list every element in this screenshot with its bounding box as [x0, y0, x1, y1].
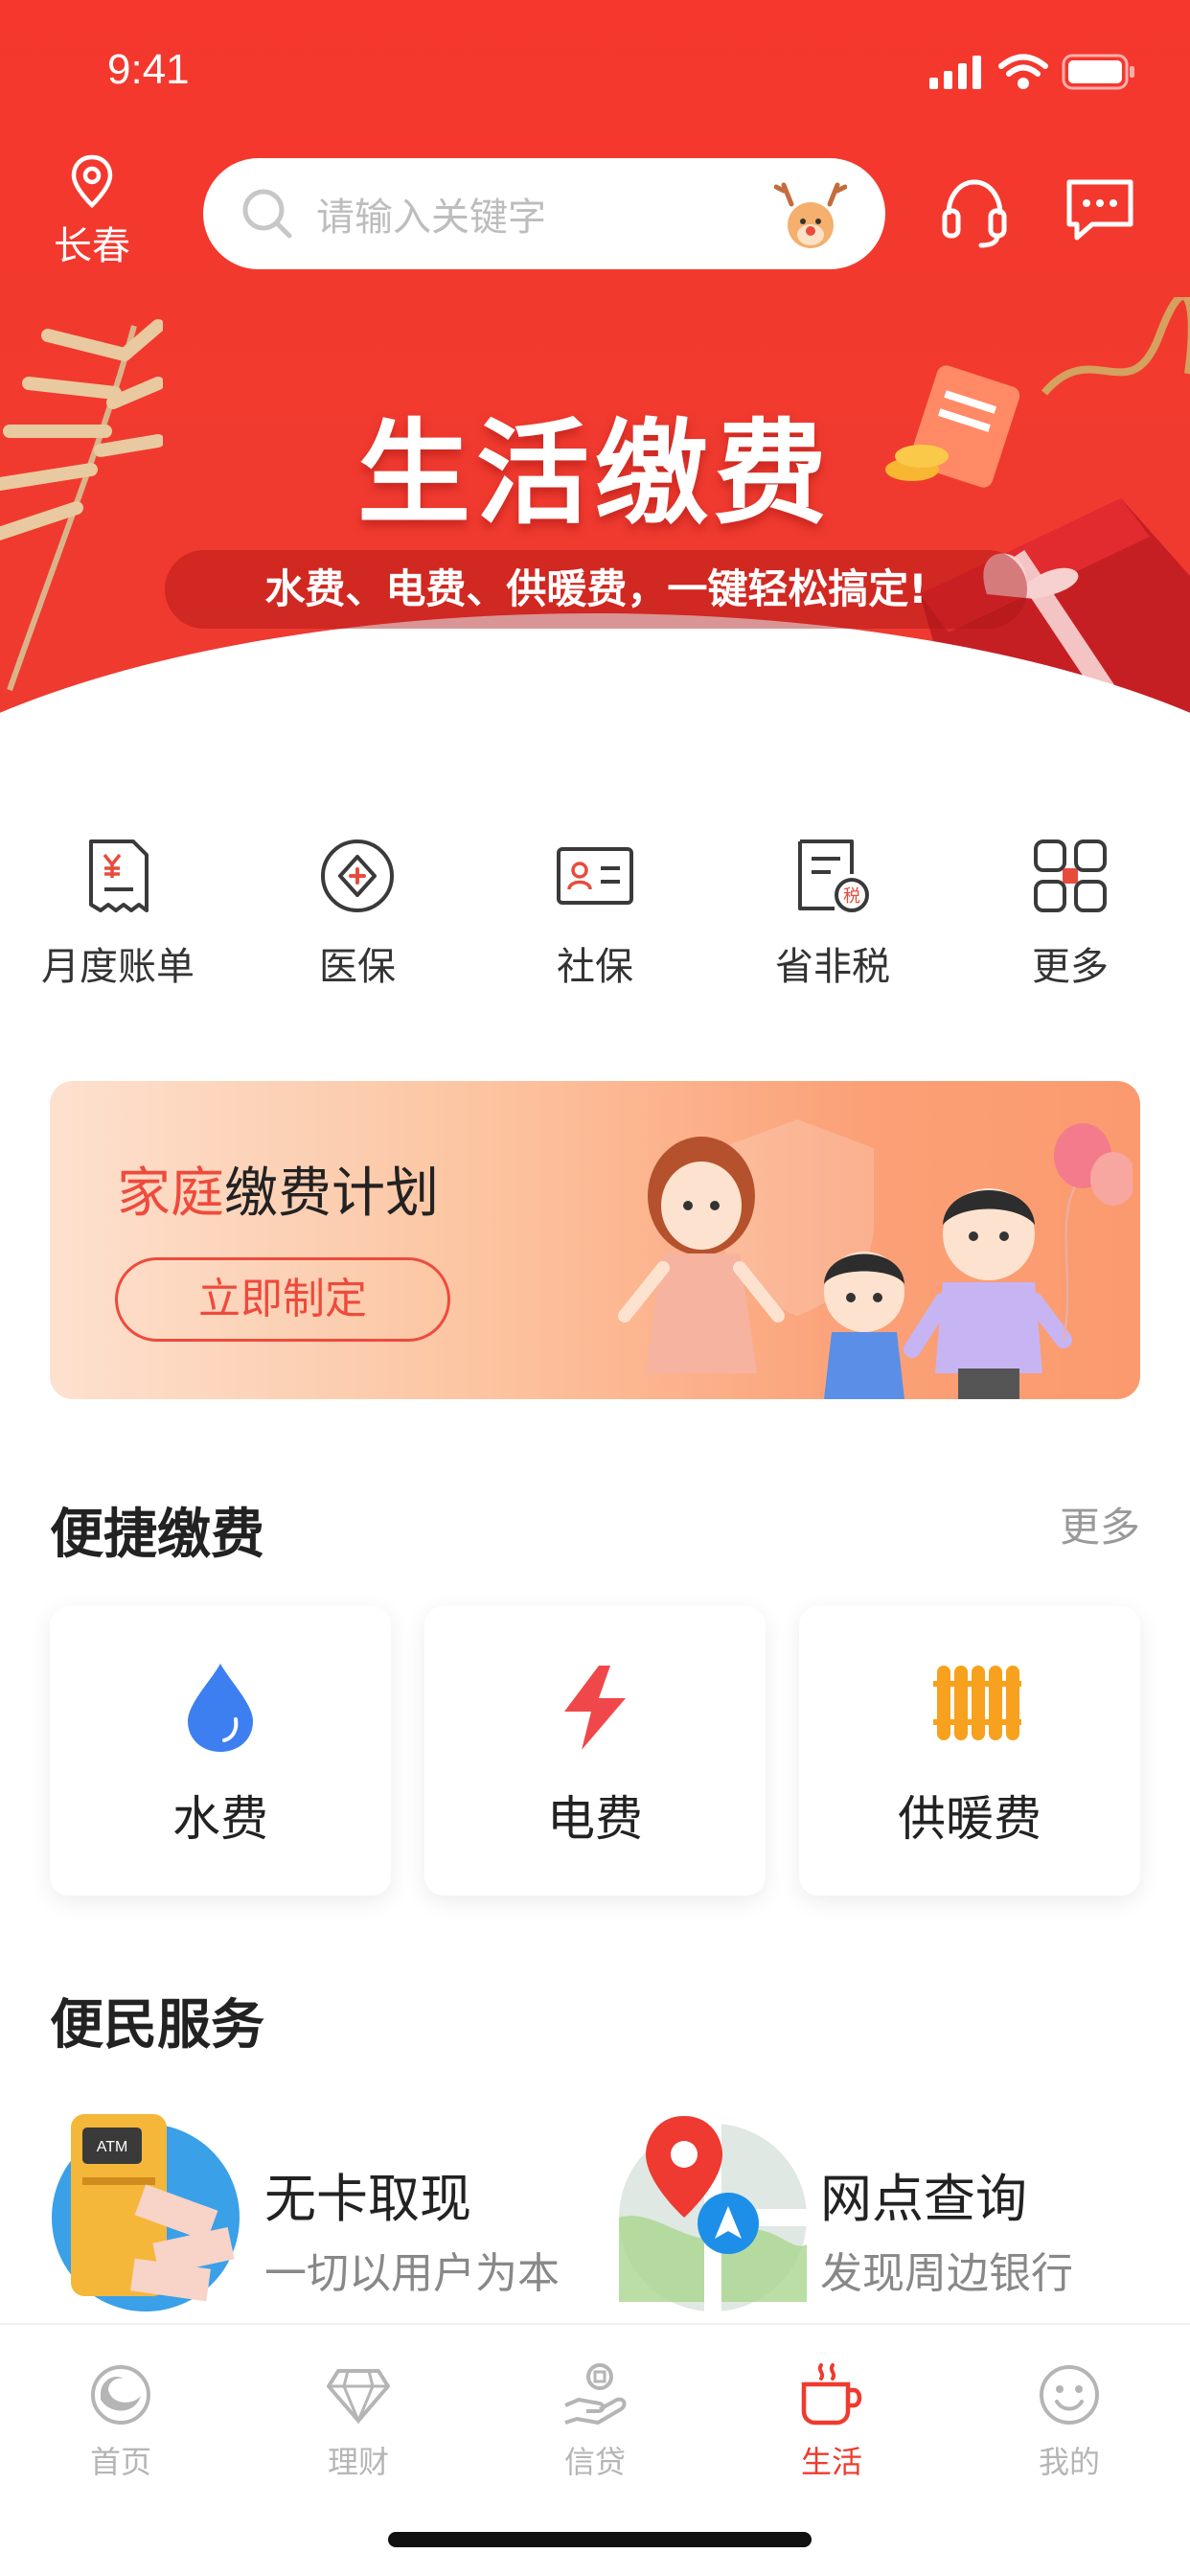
service-desc: 发现周边银行 [820, 2249, 1073, 2298]
hero-banner: 9:41 长春 请输入关键字 生活缴费 水费、电费、供暖费，一键轻松搞定! [0, 0, 1190, 767]
customer-service-headset-icon[interactable] [941, 176, 1008, 249]
family-illustration-icon [618, 1119, 1133, 1399]
message-icon[interactable] [1064, 176, 1136, 245]
service-title: 无卡取现 [264, 2169, 471, 2229]
tab-loan[interactable]: 信贷 [518, 2361, 672, 2482]
cup-icon [801, 2363, 862, 2426]
grid-more-icon [1034, 840, 1107, 912]
service-desc: 一切以用户为本 [264, 2249, 560, 2298]
map-pin-icon [619, 2116, 807, 2312]
tab-label: 我的 [1038, 2444, 1100, 2480]
quick-pay-title: 便捷缴费 [50, 1504, 264, 1566]
quick-pay-more-link[interactable]: 更多 [1060, 1495, 1140, 1553]
svg-text:ATM: ATM [97, 2139, 128, 2155]
search-placeholder: 请输入关键字 [316, 196, 546, 240]
tab-mine[interactable]: 我的 [993, 2361, 1146, 2482]
diamond-icon [327, 2369, 390, 2425]
quick-action-label: 更多 [1032, 945, 1109, 989]
radiator-icon [933, 1666, 1021, 1740]
tab-label: 信贷 [563, 2444, 626, 2480]
home-icon [91, 2365, 150, 2425]
reindeer-mascot-icon [774, 182, 847, 248]
pay-card-electricity[interactable]: 电费 [424, 1606, 766, 1896]
water-drop-icon [188, 1664, 253, 1752]
family-plan-banner[interactable]: 家庭缴费计划 立即制定 [50, 1081, 1140, 1399]
home-indicator[interactable] [388, 2532, 812, 2547]
medical-insurance-icon [321, 840, 394, 912]
loan-hand-icon [564, 2363, 627, 2425]
tab-label: 首页 [89, 2444, 151, 2480]
social-security-card-icon [557, 847, 633, 905]
quick-action-provincial-tax[interactable]: 税 省非税 [727, 836, 938, 991]
status-bar: 9:41 [0, 0, 1190, 144]
battery-icon [1062, 54, 1134, 90]
create-plan-button[interactable]: 立即制定 [115, 1257, 450, 1342]
quick-action-label: 医保 [319, 945, 396, 989]
tab-label: 生活 [800, 2444, 862, 2480]
pay-card-label: 水费 [172, 1791, 268, 1847]
pay-card-water[interactable]: 水费 [50, 1606, 391, 1896]
quick-action-social-security[interactable]: 社保 [490, 836, 700, 991]
family-plan-title: 家庭缴费计划 [117, 1150, 439, 1228]
quick-action-label: 社保 [557, 945, 633, 989]
services-title: 便民服务 [50, 1994, 264, 2057]
quick-action-monthly-bill[interactable]: 月度账单 [12, 836, 223, 991]
service-branch-locator[interactable]: 网点查询 发现周边银行 [617, 2110, 1154, 2312]
status-time: 9:41 [107, 46, 190, 93]
pay-card-heating[interactable]: 供暖费 [799, 1606, 1140, 1896]
family-plan-title-highlight: 家庭 [117, 1162, 224, 1225]
pay-card-label: 供暖费 [898, 1791, 1041, 1847]
tab-wealth[interactable]: 理财 [282, 2361, 435, 2482]
search-icon [242, 189, 292, 239]
location-selector[interactable]: 长春 [48, 153, 136, 270]
cellular-signal-icon [929, 56, 981, 89]
bill-icon [89, 840, 149, 912]
smile-icon [1040, 2365, 1099, 2425]
search-input[interactable]: 请输入关键字 [203, 158, 885, 269]
quick-action-label: 月度账单 [41, 945, 195, 989]
quick-action-more[interactable]: 更多 [965, 836, 1176, 991]
tab-life[interactable]: 生活 [755, 2361, 908, 2482]
service-cardless-withdrawal[interactable]: ATM 无卡取现 一切以用户为本 [50, 2110, 586, 2312]
tab-label: 理财 [327, 2444, 389, 2480]
quick-actions: 月度账单 医保 社保 税 省非税 更多 [0, 836, 1190, 1008]
hero-title: 生活缴费 [356, 407, 833, 540]
pay-card-label: 电费 [547, 1791, 643, 1847]
family-plan-title-rest: 缴费计划 [224, 1162, 439, 1225]
hero-subtitle: 水费、电费、供暖费，一键轻松搞定! [165, 550, 1027, 629]
svg-text:税: 税 [843, 886, 860, 907]
tab-home[interactable]: 首页 [44, 2361, 197, 2482]
location-label: 长春 [54, 224, 130, 268]
quick-action-medical-insurance[interactable]: 医保 [252, 836, 463, 991]
tax-document-icon: 税 [798, 840, 869, 912]
quick-action-label: 省非税 [775, 945, 890, 989]
lightning-icon [564, 1666, 626, 1750]
service-title: 网点查询 [820, 2169, 1027, 2229]
location-pin-icon [71, 154, 113, 209]
atm-icon: ATM [52, 2114, 240, 2312]
wifi-icon [998, 54, 1048, 89]
